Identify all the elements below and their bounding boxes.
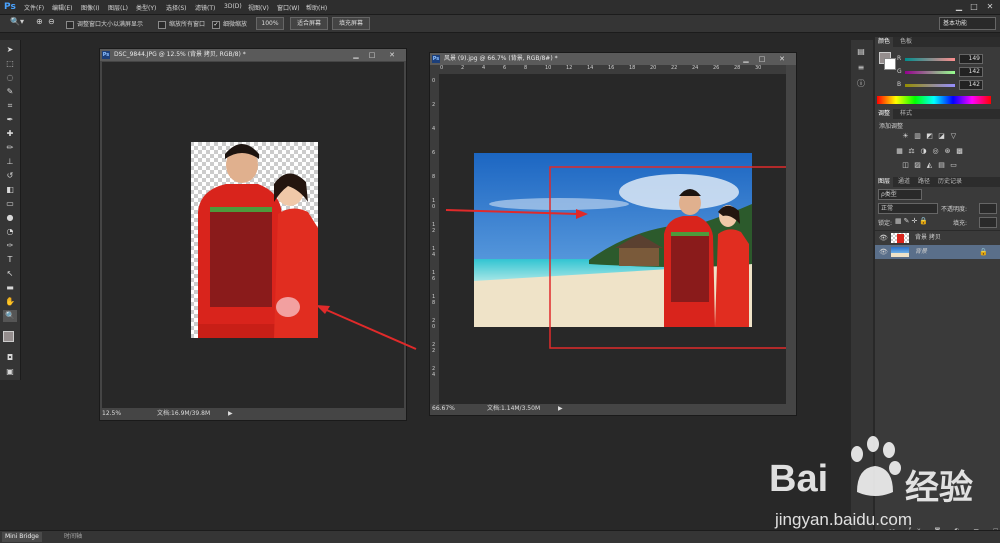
opacity-input[interactable] [979,203,997,214]
selective-color-icon[interactable]: ▤ [937,161,946,170]
blue-slider-row: B 142 [897,80,997,90]
watermark-brand-right: 经验 [905,468,973,508]
visibility-eye-icon[interactable]: 👁 [879,245,888,259]
layer-thumbnail [891,233,909,243]
blend-mode-select[interactable]: 正常 [878,203,938,214]
properties-panel-icon[interactable]: ≡ [854,62,868,74]
red-slider-row: R 149 [897,54,997,64]
layer-name[interactable]: 背景 拷贝 [915,231,941,245]
levels-icon[interactable]: ▥ [913,132,922,141]
tab-mini-bridge[interactable]: Mini Bridge [2,532,42,542]
baidu-watermark: Bai 经验 jingyan.baidu.com [765,430,1000,542]
tab-adjustments[interactable]: 调整 [875,109,894,119]
watermark-url: jingyan.baidu.com [775,510,913,529]
posterize-icon[interactable]: ▨ [913,161,922,170]
threshold-icon[interactable]: ◭ [925,161,934,170]
vibrance-icon[interactable]: ▽ [949,132,958,141]
history-panel-icon[interactable]: ▤ [854,46,868,58]
add-adjustment-label: 添加调整 [879,123,904,130]
channel-mixer-icon[interactable]: ⊛ [943,147,952,156]
adjustments-panel-tabs: 调整 样式 [875,109,1000,119]
blue-label: B [897,81,902,88]
brightness-icon[interactable]: ☀ [901,132,910,141]
black-white-icon[interactable]: ◑ [919,147,928,156]
layer-name[interactable]: 背景 [915,245,927,259]
gradient-map-icon[interactable]: ▭ [949,161,958,170]
layers-panel-tabs: 图层 通道 路径 历史记录 [875,177,1000,187]
opacity-label: 不透明度: [941,206,968,213]
green-slider[interactable] [905,71,955,74]
layer-row-background[interactable]: 👁 背景 🔒 [875,245,1000,259]
hue-saturation-icon[interactable]: ▦ [895,147,904,156]
annotation-arrow-1 [321,307,417,350]
tab-swatches[interactable]: 色板 [897,37,915,47]
tab-color[interactable]: 颜色 [875,37,894,47]
layer-thumbnail [891,247,909,257]
tab-paths[interactable]: 路径 [915,177,933,187]
watermark-brand-left: Bai [769,458,829,500]
annotation-arrow-2 [445,209,579,215]
fill-label: 填充: [953,220,968,227]
exposure-icon[interactable]: ◪ [937,132,946,141]
layer-row-background-copy[interactable]: 👁 背景 拷贝 [875,230,1000,245]
curves-icon[interactable]: ◩ [925,132,934,141]
tab-channels[interactable]: 通道 [895,177,913,187]
green-value-input[interactable]: 142 [959,67,983,77]
tab-history[interactable]: 历史记录 [935,177,965,187]
layer-lock-icon: 🔒 [979,248,988,256]
photo-filter-icon[interactable]: ◎ [931,147,940,156]
tab-timeline[interactable]: 时间轴 [64,532,82,542]
color-ramp[interactable] [877,96,991,104]
color-lookup-icon[interactable]: ▩ [955,147,964,156]
green-slider-row: G 142 [897,67,997,77]
blue-value-input[interactable]: 142 [959,80,983,90]
color-panel-background-swatch[interactable] [884,58,896,70]
green-label: G [897,68,902,75]
invert-icon[interactable]: ◫ [901,161,910,170]
fill-input[interactable] [979,217,997,228]
tab-styles[interactable]: 样式 [897,109,915,119]
visibility-eye-icon[interactable]: 👁 [879,231,888,245]
blue-slider[interactable] [905,84,955,87]
tab-layers[interactable]: 图层 [875,177,894,187]
red-slider[interactable] [905,58,955,61]
color-panel-tabs: 颜色 色板 [875,37,1000,47]
red-label: R [897,55,902,62]
lock-label: 锁定: [878,220,893,227]
baidu-paw-icon [851,436,901,496]
red-value-input[interactable]: 149 [959,54,983,64]
annotation-arrow-2-head [576,209,588,219]
layer-filter-select[interactable]: ρ类型 [878,189,922,200]
info-panel-icon[interactable]: ⓘ [854,78,868,90]
color-balance-icon[interactable]: ⚖ [907,147,916,156]
lock-options-icons[interactable]: ▦✎✛🔒 [895,217,930,225]
